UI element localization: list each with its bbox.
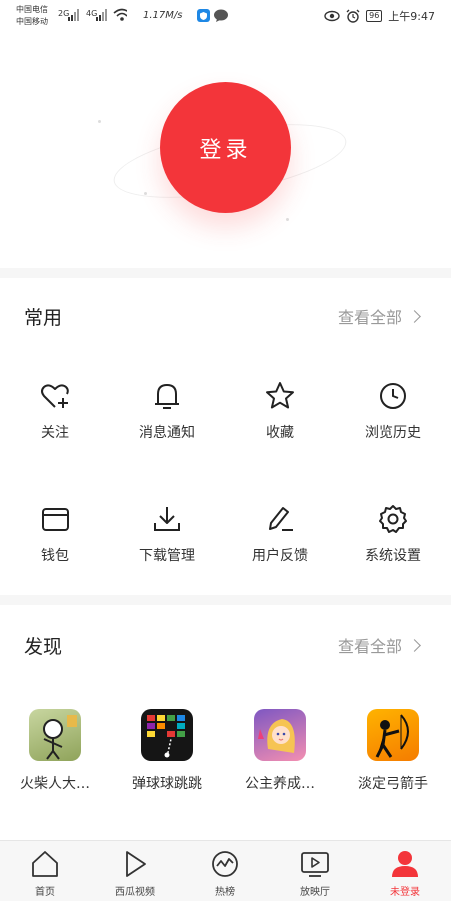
status-right: 96 上午9:47 bbox=[324, 8, 435, 24]
bottom-nav: 首页 西瓜视频 热榜 放映厅 未登录 bbox=[0, 840, 451, 901]
discover-see-all-link[interactable]: 查看全部 bbox=[337, 633, 421, 657]
grid-item-label: 用户反馈 bbox=[252, 548, 308, 564]
grid-item-label: 关注 bbox=[41, 425, 69, 441]
clock-icon bbox=[380, 383, 406, 409]
princess-game-icon bbox=[254, 709, 306, 761]
alarm-icon bbox=[346, 9, 360, 23]
login-hero: 登录 bbox=[0, 34, 451, 268]
clock-time: 上午9:47 bbox=[388, 10, 435, 23]
user-icon bbox=[392, 851, 418, 877]
grid-item-label: 下载管理 bbox=[139, 548, 195, 564]
grid-item-downloads[interactable]: 下载管理 bbox=[111, 503, 223, 565]
chevron-right-icon bbox=[408, 309, 421, 323]
signal-icon bbox=[68, 9, 79, 21]
section-divider bbox=[0, 268, 451, 278]
signal-icon bbox=[96, 9, 107, 21]
login-button[interactable]: 登录 bbox=[160, 82, 291, 213]
decorative-dot bbox=[144, 192, 147, 195]
gear-icon bbox=[379, 505, 407, 533]
decorative-dot bbox=[98, 120, 101, 123]
grid-item-label: 浏览历史 bbox=[365, 425, 421, 441]
carrier-2: 中国移动 bbox=[16, 17, 48, 26]
app-label: 弹球球跳跳 bbox=[132, 776, 202, 792]
chevron-right-icon bbox=[408, 638, 421, 652]
nav-not-logged-in[interactable]: 未登录 bbox=[360, 849, 450, 898]
eye-icon bbox=[324, 10, 340, 22]
grid-item-label: 收藏 bbox=[266, 425, 294, 441]
nav-theater[interactable]: 放映厅 bbox=[270, 849, 360, 898]
download-icon bbox=[154, 507, 180, 531]
app-label: 公主养成… bbox=[245, 776, 315, 792]
carrier-info: 中国电信 中国移动 bbox=[16, 4, 48, 28]
network-speed: 1.17M/s bbox=[143, 10, 183, 21]
nav-hot-list[interactable]: 热榜 bbox=[180, 849, 270, 898]
play-icon bbox=[126, 851, 146, 877]
nav-home[interactable]: 首页 bbox=[0, 849, 90, 898]
discover-section-title: 发现 bbox=[24, 636, 63, 658]
trend-icon bbox=[212, 851, 238, 877]
grid-item-label: 钱包 bbox=[41, 548, 69, 564]
nav-label: 热榜 bbox=[215, 887, 235, 898]
decorative-dot bbox=[286, 218, 289, 221]
see-all-label: 查看全部 bbox=[337, 308, 402, 327]
bell-icon bbox=[155, 384, 179, 409]
wifi-icon bbox=[113, 8, 127, 21]
home-icon bbox=[32, 851, 58, 877]
carrier-1: 中国电信 bbox=[16, 5, 48, 14]
app-item-archer[interactable]: 淡定弓箭手 bbox=[337, 709, 449, 793]
app-item-princess[interactable]: 公主养成… bbox=[224, 709, 336, 793]
status-bar: 中国电信 中国移动 2G 4G 1.17M/s 96 上午9:47 bbox=[0, 0, 451, 34]
grid-item-history[interactable]: 浏览历史 bbox=[337, 380, 449, 442]
nav-label: 首页 bbox=[35, 887, 55, 898]
wallet-icon bbox=[42, 508, 69, 531]
grid-item-wallet[interactable]: 钱包 bbox=[0, 503, 111, 565]
bounce-ball-game-icon bbox=[141, 709, 193, 761]
see-all-label: 查看全部 bbox=[337, 637, 402, 656]
nav-label: 放映厅 bbox=[300, 887, 330, 898]
nav-xigua-video[interactable]: 西瓜视频 bbox=[90, 849, 180, 898]
grid-item-follow[interactable]: 关注 bbox=[0, 380, 111, 442]
tv-icon bbox=[301, 852, 329, 877]
pen-icon bbox=[269, 507, 293, 531]
grid-item-label: 系统设置 bbox=[365, 548, 421, 564]
stickman-game-icon bbox=[29, 709, 81, 761]
app-label: 火柴人大… bbox=[20, 776, 90, 792]
grid-item-settings[interactable]: 系统设置 bbox=[337, 503, 449, 565]
nav-label: 未登录 bbox=[390, 887, 420, 898]
common-section-title: 常用 bbox=[24, 307, 63, 329]
app-item-stickman[interactable]: 火柴人大… bbox=[0, 709, 111, 793]
grid-item-feedback[interactable]: 用户反馈 bbox=[224, 503, 336, 565]
nav-label: 西瓜视频 bbox=[115, 887, 155, 898]
app-label: 淡定弓箭手 bbox=[358, 776, 428, 792]
shield-app-icon bbox=[197, 9, 210, 22]
archer-game-icon bbox=[367, 709, 419, 761]
section-divider bbox=[0, 595, 451, 605]
common-see-all-link[interactable]: 查看全部 bbox=[337, 304, 421, 328]
battery-indicator: 96 bbox=[366, 10, 383, 22]
chat-icon bbox=[214, 9, 228, 22]
grid-item-favorites[interactable]: 收藏 bbox=[224, 380, 336, 442]
grid-item-label: 消息通知 bbox=[139, 425, 195, 441]
app-item-bounce-ball[interactable]: 弹球球跳跳 bbox=[111, 709, 223, 793]
heart-plus-icon bbox=[41, 384, 69, 408]
star-icon bbox=[266, 382, 294, 409]
grid-item-notifications[interactable]: 消息通知 bbox=[111, 380, 223, 442]
